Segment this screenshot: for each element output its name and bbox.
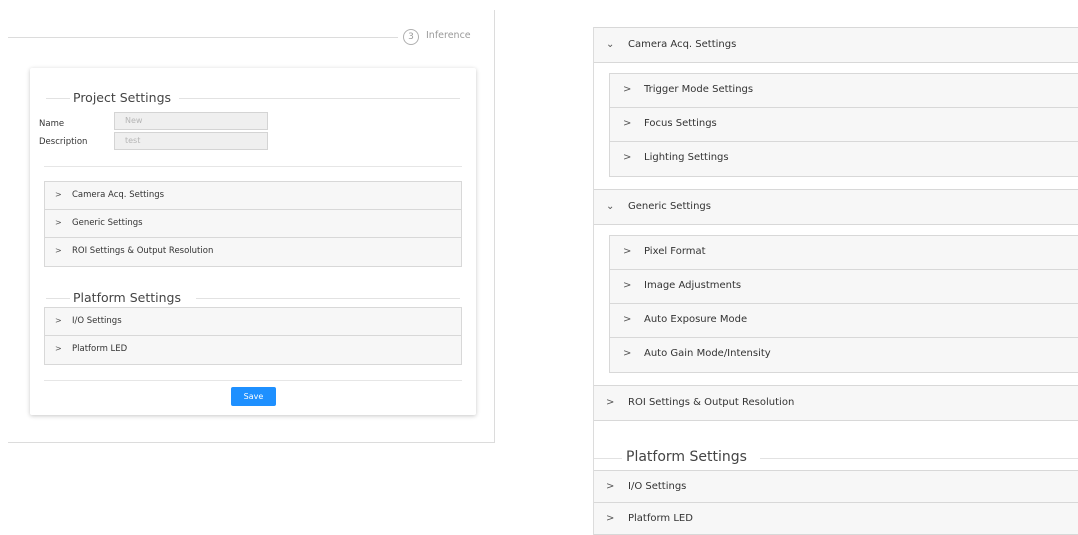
- platform-settings-heading: Platform Settings: [626, 449, 747, 465]
- accordion-image-adjustments[interactable]: > Image Adjustments: [610, 270, 1078, 304]
- chevron-right-icon: >: [606, 397, 615, 408]
- accordion-lighting-settings[interactable]: > Lighting Settings: [610, 142, 1078, 176]
- accordion-auto-gain-mode[interactable]: > Auto Gain Mode/Intensity: [610, 338, 1078, 372]
- right-panel-expanded-view: ⌄ Camera Acq. Settings > Trigger Mode Se…: [593, 27, 1078, 535]
- heading-divider: [46, 98, 70, 99]
- chevron-right-icon: >: [623, 152, 632, 163]
- accordion-pixel-format[interactable]: > Pixel Format: [610, 236, 1078, 270]
- platform-settings-accordion: > I/O Settings > Platform LED: [44, 307, 462, 365]
- generic-settings-sub-accordion: > Pixel Format > Image Adjustments > Aut…: [609, 235, 1078, 373]
- accordion-generic-settings[interactable]: > Generic Settings: [45, 210, 461, 238]
- accordion-label: ROI Settings & Output Resolution: [628, 397, 795, 408]
- accordion-label: I/O Settings: [72, 316, 122, 326]
- chevron-down-icon: ⌄: [606, 201, 615, 212]
- accordion-label: Platform LED: [72, 344, 128, 354]
- accordion-io-settings[interactable]: > I/O Settings: [594, 470, 1078, 503]
- chevron-right-icon: >: [55, 218, 62, 227]
- heading-divider: [196, 298, 460, 299]
- accordion-io-settings[interactable]: > I/O Settings: [45, 308, 461, 336]
- chevron-right-icon: >: [623, 280, 632, 291]
- platform-settings-heading: Platform Settings: [73, 290, 181, 305]
- accordion-label: Generic Settings: [628, 201, 711, 212]
- description-label: Description: [39, 137, 88, 147]
- accordion-label: Camera Acq. Settings: [72, 190, 165, 200]
- camera-acq-sub-accordion: > Trigger Mode Settings > Focus Settings…: [609, 73, 1078, 177]
- stepper-step-label[interactable]: Inference: [426, 30, 471, 41]
- section-separator: [44, 166, 462, 167]
- platform-settings-heading-row: Platform Settings: [46, 290, 460, 306]
- accordion-label: Camera Acq. Settings: [628, 39, 737, 50]
- chevron-right-icon: >: [606, 481, 615, 492]
- heading-divider: [179, 98, 460, 99]
- description-input[interactable]: test: [114, 132, 268, 150]
- accordion-label: Pixel Format: [644, 246, 706, 257]
- accordion-platform-led[interactable]: > Platform LED: [594, 503, 1078, 535]
- accordion-label: Image Adjustments: [644, 280, 742, 291]
- chevron-right-icon: >: [606, 513, 615, 524]
- chevron-right-icon: >: [623, 348, 632, 359]
- accordion-label: Focus Settings: [644, 118, 717, 129]
- chevron-right-icon: >: [623, 84, 632, 95]
- accordion-label: Auto Gain Mode/Intensity: [644, 348, 771, 359]
- accordion-camera-acq-settings[interactable]: > Camera Acq. Settings: [45, 182, 461, 210]
- chevron-right-icon: >: [55, 190, 62, 199]
- accordion-label: Lighting Settings: [644, 152, 729, 163]
- accordion-auto-exposure-mode[interactable]: > Auto Exposure Mode: [610, 304, 1078, 338]
- chevron-down-icon: ⌄: [606, 39, 615, 50]
- section-separator: [44, 380, 462, 381]
- heading-divider: [594, 458, 622, 459]
- accordion-label: Auto Exposure Mode: [644, 314, 748, 325]
- save-button[interactable]: Save: [231, 387, 276, 406]
- stepper-step-number[interactable]: 3: [403, 29, 419, 45]
- project-settings-heading-row: Project Settings: [46, 90, 460, 106]
- camera-settings-accordion: > Camera Acq. Settings > Generic Setting…: [44, 181, 462, 267]
- accordion-camera-acq-settings-expanded[interactable]: ⌄ Camera Acq. Settings: [594, 27, 1078, 63]
- left-panel: 3 Inference Project Settings Name New De…: [8, 10, 495, 443]
- heading-divider: [760, 458, 1078, 459]
- accordion-roi-settings[interactable]: > ROI Settings & Output Resolution: [594, 385, 1078, 421]
- project-settings-heading: Project Settings: [73, 90, 172, 105]
- settings-card: Project Settings Name New Description te…: [30, 68, 476, 415]
- heading-divider: [46, 298, 70, 299]
- name-label: Name: [39, 119, 65, 129]
- accordion-generic-settings-expanded[interactable]: ⌄ Generic Settings: [594, 189, 1078, 225]
- accordion-platform-led[interactable]: > Platform LED: [45, 336, 461, 364]
- chevron-right-icon: >: [55, 246, 62, 255]
- name-input[interactable]: New: [114, 112, 268, 130]
- chevron-right-icon: >: [623, 246, 632, 257]
- accordion-label: I/O Settings: [628, 481, 687, 492]
- accordion-label: Platform LED: [628, 513, 693, 524]
- accordion-trigger-mode-settings[interactable]: > Trigger Mode Settings: [610, 74, 1078, 108]
- chevron-right-icon: >: [623, 314, 632, 325]
- stepper-line: [8, 37, 398, 38]
- chevron-right-icon: >: [55, 316, 62, 325]
- chevron-right-icon: >: [55, 344, 62, 353]
- accordion-label: ROI Settings & Output Resolution: [72, 246, 214, 256]
- accordion-label: Trigger Mode Settings: [644, 84, 754, 95]
- accordion-roi-settings[interactable]: > ROI Settings & Output Resolution: [45, 238, 461, 266]
- platform-settings-heading-row: Platform Settings: [594, 448, 1078, 468]
- chevron-right-icon: >: [623, 118, 632, 129]
- accordion-label: Generic Settings: [72, 218, 143, 228]
- accordion-focus-settings[interactable]: > Focus Settings: [610, 108, 1078, 142]
